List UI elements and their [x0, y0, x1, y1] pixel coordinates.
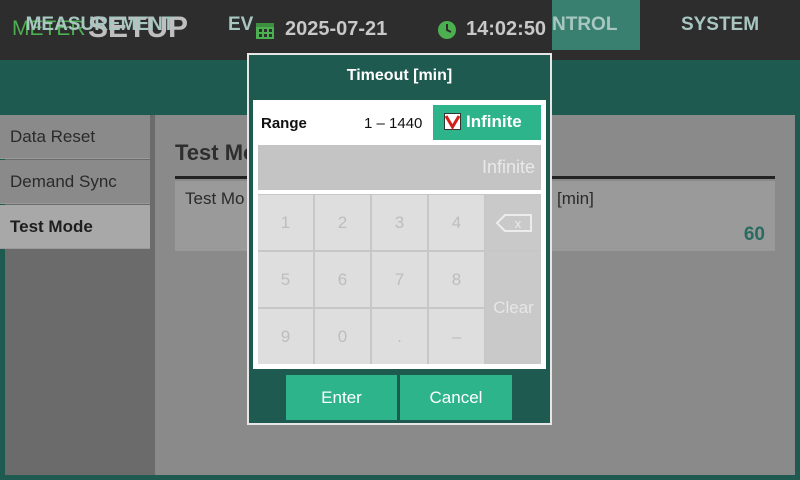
infinite-label: Infinite	[466, 112, 522, 131]
key-decimal[interactable]: .	[372, 309, 427, 364]
key-3[interactable]: 3	[372, 195, 427, 250]
clear-key[interactable]: Clear	[486, 252, 541, 364]
time-display: 14:02:50	[466, 18, 547, 40]
key-4[interactable]: 4	[429, 195, 484, 250]
section-title: Test Mo	[175, 140, 257, 165]
key-minus[interactable]: –	[429, 309, 484, 364]
key-8[interactable]: 8	[429, 252, 484, 307]
sidebar-item-test-mode[interactable]: Test Mode	[0, 205, 150, 249]
backspace-key[interactable]: x	[486, 195, 541, 250]
dialog-title: Timeout [min]	[346, 67, 453, 84]
key-7[interactable]: 7	[372, 252, 427, 307]
range-label: Range	[261, 115, 307, 132]
backspace-label: x	[514, 216, 521, 231]
backspace-icon: x	[495, 213, 532, 232]
field-value: 60	[743, 224, 765, 245]
key-2[interactable]: 2	[315, 195, 370, 250]
calendar-icon	[256, 23, 274, 39]
date-display: 2025-07-21	[285, 18, 388, 40]
key-1[interactable]: 1	[258, 195, 313, 250]
cancel-button[interactable]: Cancel	[400, 375, 512, 420]
enter-button[interactable]: Enter	[286, 375, 397, 420]
tab-control[interactable]: NTROL	[552, 0, 640, 50]
field-label: Test Mo	[185, 189, 245, 208]
key-9[interactable]: 9	[258, 309, 313, 364]
tab-event[interactable]: EV	[200, 0, 253, 50]
checkbox-checked-icon[interactable]	[444, 113, 461, 130]
sidebar-item-data-reset[interactable]: Data Reset	[0, 115, 150, 159]
key-0[interactable]: 0	[315, 309, 370, 364]
tab-system[interactable]: SYSTEM	[640, 0, 800, 50]
range-value: 1 – 1440	[364, 115, 423, 132]
key-6[interactable]: 6	[315, 252, 370, 307]
value-display-text: Infinite	[481, 157, 535, 177]
key-5[interactable]: 5	[258, 252, 313, 307]
sidebar-item-demand-sync[interactable]: Demand Sync	[0, 160, 150, 204]
tab-measurement[interactable]: MEASUREMENT	[0, 0, 200, 50]
clock-icon	[438, 21, 456, 39]
field-unit: [min]	[557, 189, 594, 208]
